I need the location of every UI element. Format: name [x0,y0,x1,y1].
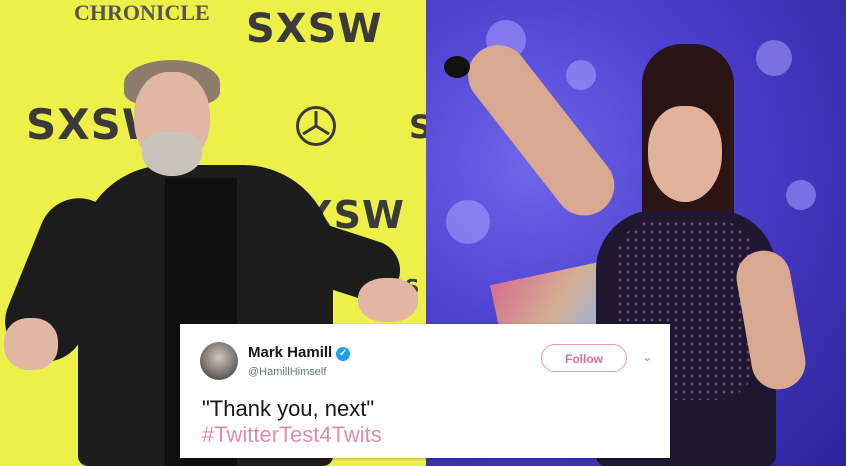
verified-badge-icon: ✓ [336,347,351,361]
stage-light [786,180,816,210]
hashtag-link[interactable]: #TwitterTest4Twits [202,422,382,448]
tweet-text: "Thank you, next" [202,396,375,421]
sxsw-logo: SXSW [246,6,383,52]
performer-face [648,106,722,202]
person-beard [142,132,202,176]
performer-arm [456,33,627,228]
author-row: Mark Hamill ✓ [248,344,351,361]
microphone [444,56,470,78]
author-handle[interactable]: @HamillHimself [248,366,326,378]
person-hand [4,318,58,370]
chronicle-logo: CHRONICLE [74,0,210,25]
person-hand [358,278,418,322]
chevron-down-icon[interactable]: ⌄ [642,349,653,365]
author-name[interactable]: Mark Hamill [248,344,332,361]
follow-button[interactable]: Follow [541,344,627,372]
avatar[interactable] [200,342,238,380]
sxsw-logo-partial: S [409,108,426,146]
stage-light [446,200,490,244]
mercedes-logo-icon [296,106,336,146]
tweet-card: Mark Hamill ✓ @HamillHimself Follow ⌄ "Th… [180,324,670,458]
stage-light [566,60,596,90]
stage-light [756,40,792,76]
